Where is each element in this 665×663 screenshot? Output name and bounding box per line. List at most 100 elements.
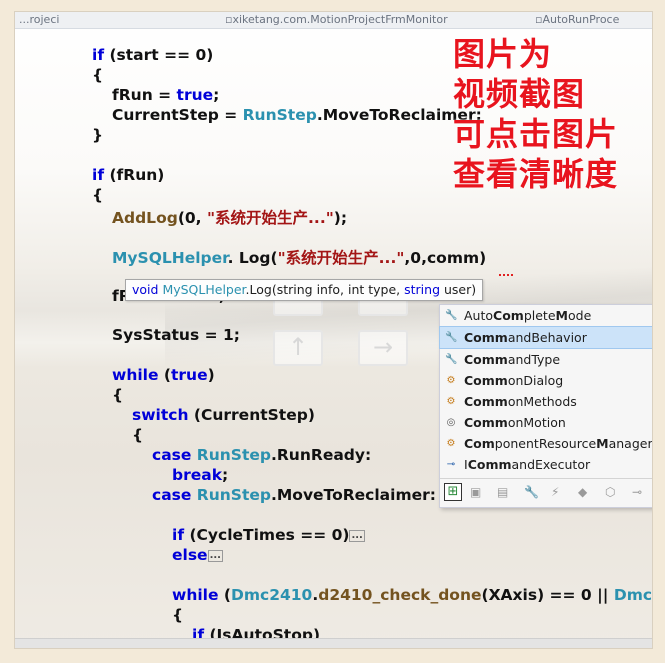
tooltip-type: MySQLHelper bbox=[162, 282, 246, 297]
method-name: d2410_check_done bbox=[318, 586, 482, 604]
tooltip-keyword: void bbox=[132, 282, 159, 297]
keyword: true bbox=[170, 366, 208, 384]
class-icon: ⚙ bbox=[446, 396, 456, 407]
class-icon: ⚙ bbox=[446, 375, 456, 386]
code-text: CurrentStep = bbox=[112, 106, 243, 124]
field-filter-icon[interactable]: ◆ bbox=[578, 485, 587, 499]
class-icon: ⚙ bbox=[446, 438, 456, 449]
collapsed-region-marker[interactable]: ... bbox=[207, 549, 223, 562]
code-line: { bbox=[92, 66, 104, 84]
code-line: while (Dmc2410.d2410_check_done(XAxis) =… bbox=[172, 586, 652, 604]
property-icon: 🔧 bbox=[445, 354, 458, 365]
completion-item-text: Comm bbox=[464, 373, 508, 388]
code-line: if (CycleTimes == 0)... bbox=[172, 526, 365, 544]
code-line: if (start == 0) bbox=[92, 46, 213, 64]
keyword: while bbox=[172, 586, 219, 604]
type-name: Dmc2410 bbox=[230, 586, 313, 604]
type-name: RunStep bbox=[191, 446, 271, 464]
property-filter-icon[interactable]: 🔧 bbox=[524, 485, 539, 499]
code-line: SysStatus = 1; bbox=[112, 326, 240, 344]
keyword: while bbox=[112, 366, 159, 384]
keyword: case bbox=[152, 446, 192, 464]
completion-item[interactable]: ⚙ CommonMethods bbox=[440, 391, 652, 412]
completion-item[interactable]: 🔧 CommandType bbox=[440, 349, 652, 370]
error-squiggle bbox=[499, 270, 513, 276]
property-icon: 🔧 bbox=[445, 310, 458, 321]
overlay-caption-line: 查看清晰度 bbox=[453, 155, 619, 193]
type-name: MySQLHelper bbox=[112, 249, 228, 267]
completion-item-text: Com bbox=[464, 436, 495, 451]
completion-item[interactable]: ⚙ CommonDialog bbox=[440, 370, 652, 391]
code-text: (fRun) bbox=[104, 166, 165, 184]
completion-item[interactable]: ⊸ ICommandExecutor bbox=[440, 454, 652, 475]
completion-item-text: Auto bbox=[464, 308, 494, 323]
overlay-caption-line: 图片为 bbox=[453, 35, 553, 73]
completion-item-text: M bbox=[555, 308, 568, 323]
class-filter-icon[interactable]: ⬡ bbox=[605, 485, 615, 499]
completion-item[interactable]: 🔧 AutoCompleteMode bbox=[440, 305, 652, 326]
completion-item[interactable]: ⚙ ComponentResourceManager bbox=[440, 433, 652, 454]
code-text: (CurrentStep) bbox=[188, 406, 315, 424]
completion-item[interactable]: ◎ CommonMotion bbox=[440, 412, 652, 433]
completion-item-text: onMethods bbox=[507, 394, 577, 409]
code-text: ; bbox=[222, 466, 229, 484]
code-line: break; bbox=[172, 466, 228, 484]
code-text: ); bbox=[333, 209, 348, 227]
code-line: AddLog(0, "系统开始生产..."); bbox=[112, 206, 347, 228]
code-line: while (true) bbox=[112, 366, 215, 384]
code-line: { bbox=[92, 186, 104, 204]
completion-item-text: andBehavior bbox=[507, 330, 587, 345]
code-line: switch (CurrentStep) bbox=[132, 406, 315, 424]
keyword: switch bbox=[132, 406, 189, 424]
completion-item-text: Comm bbox=[464, 415, 508, 430]
string-literal: "系统开始生产..." bbox=[206, 209, 334, 227]
keyword: case bbox=[152, 486, 192, 504]
code-line: } bbox=[92, 126, 104, 144]
code-text: ( bbox=[218, 586, 231, 604]
code-line: { bbox=[172, 606, 184, 624]
completion-filter-bar: ⊞ ▣ ▤ 🔧 ⚡ ◆ ⬡ ⊸ bbox=[440, 478, 652, 507]
horizontal-scrollbar[interactable] bbox=[15, 638, 652, 648]
completion-item-text: andType bbox=[507, 352, 561, 367]
code-text: (start == 0) bbox=[104, 46, 214, 64]
code-text: (0, bbox=[177, 209, 207, 227]
completion-item-text: onMotion bbox=[507, 415, 566, 430]
parameter-info-tooltip: void MySQLHelper.Log(string info, int ty… bbox=[125, 279, 484, 301]
completion-item-text: ode bbox=[567, 308, 592, 323]
interface-filter-icon[interactable]: ⊸ bbox=[632, 485, 642, 499]
code-text: ; bbox=[213, 86, 220, 104]
overlay-caption-line: 视频截图 bbox=[453, 75, 586, 113]
code-text: ) bbox=[207, 366, 215, 384]
snippet-icon[interactable]: ▣ bbox=[470, 485, 481, 499]
expand-filter-icon[interactable]: ⊞ bbox=[444, 483, 462, 501]
interface-icon: ⊸ bbox=[446, 459, 456, 470]
completion-item-text: Com bbox=[493, 308, 524, 323]
code-line: else... bbox=[172, 546, 223, 564]
completion-item-text: plete bbox=[523, 308, 556, 323]
tooltip-signature: user) bbox=[440, 282, 477, 297]
completion-item[interactable]: 🔧 CommandBehavior bbox=[439, 326, 652, 349]
list-icon[interactable]: ▤ bbox=[497, 485, 508, 499]
keyword: if bbox=[92, 46, 105, 64]
collapsed-region-marker[interactable]: ... bbox=[349, 529, 365, 542]
completion-item-text: Comm bbox=[467, 457, 512, 472]
overlay-caption-line: 可点击图片 bbox=[453, 115, 619, 153]
code-text: ,0,comm) bbox=[404, 249, 487, 267]
code-line: CurrentStep = RunStep.MoveToReclaimer; bbox=[112, 106, 482, 124]
type-name: RunStep bbox=[242, 106, 317, 124]
event-filter-icon[interactable]: ⚡ bbox=[551, 485, 559, 499]
code-text: .RunReady: bbox=[270, 446, 372, 464]
keyword: if bbox=[172, 526, 185, 544]
code-text: fRun = bbox=[112, 86, 177, 104]
code-line: if (fRun) bbox=[92, 166, 164, 184]
code-line: MySQLHelper. Log("系统开始生产...",0,comm) bbox=[112, 246, 486, 268]
intellisense-completion-list[interactable]: 🔧 AutoCompleteMode 🔧 CommandBehavior 🔧 Comman… bbox=[439, 304, 652, 508]
tooltip-keyword: string bbox=[404, 282, 441, 297]
type-name: RunStep bbox=[191, 486, 271, 504]
completion-items: 🔧 AutoCompleteMode 🔧 CommandBehavior 🔧 Comman… bbox=[439, 305, 652, 475]
code-line: { bbox=[112, 386, 124, 404]
keyword: true bbox=[176, 86, 214, 104]
namespace-icon: ◎ bbox=[446, 417, 456, 428]
keyword: if bbox=[92, 166, 105, 184]
code-line: case RunStep.RunReady: bbox=[152, 446, 371, 464]
